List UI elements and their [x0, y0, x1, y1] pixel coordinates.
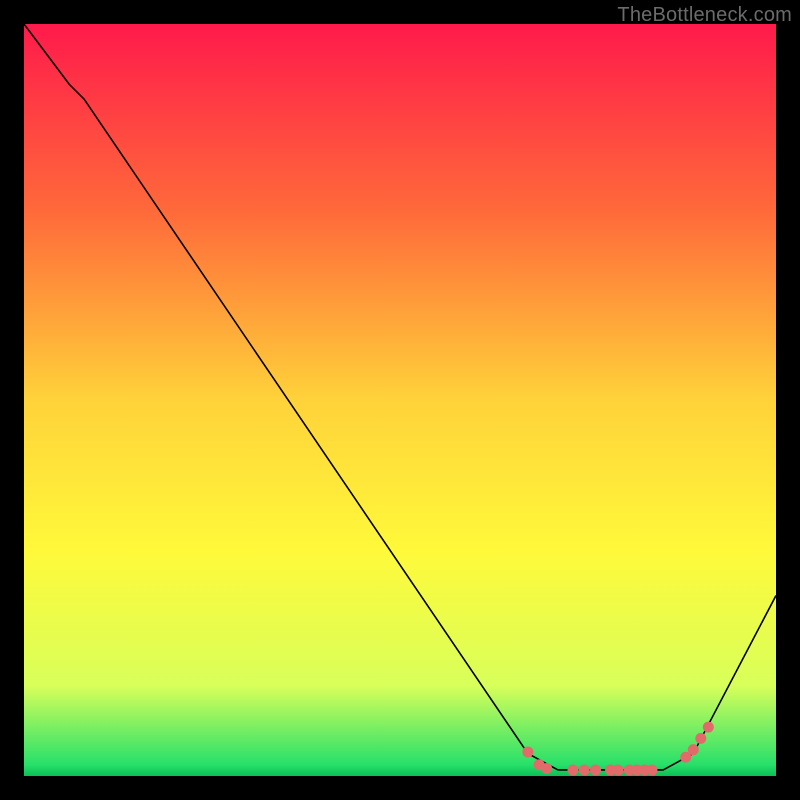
curve-marker [590, 764, 601, 775]
curve-marker [703, 722, 714, 733]
curve-marker [579, 764, 590, 775]
curve-marker [695, 733, 706, 744]
curve-marker [613, 764, 624, 775]
curve-marker [646, 764, 657, 775]
curve-marker [541, 763, 552, 774]
gradient-bg [24, 24, 776, 776]
watermark-label: TheBottleneck.com [617, 4, 792, 27]
curve-marker [522, 746, 533, 757]
bottleneck-chart [24, 24, 776, 776]
curve-marker [688, 744, 699, 755]
curve-marker [567, 764, 578, 775]
